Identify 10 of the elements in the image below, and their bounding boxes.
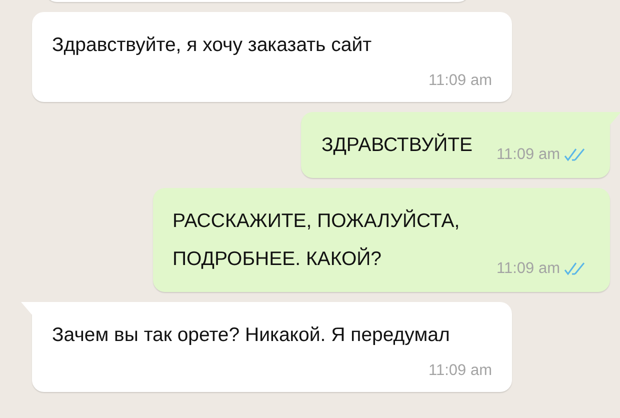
message-time: 11:09 am bbox=[496, 146, 560, 164]
message-text: Здравствуйте, я хочу заказать сайт bbox=[52, 33, 372, 58]
message-time: 11:09 am bbox=[428, 362, 492, 380]
message-text: РАССКАЖИТЕ, ПОЖАЛУЙСТА, ПОДРОБНЕЕ. КАКОЙ? bbox=[172, 208, 461, 272]
message-time: 11:09 am bbox=[496, 260, 560, 278]
message-time: 11:09 am bbox=[428, 72, 492, 90]
double-check-icon bbox=[564, 262, 586, 276]
double-check-icon bbox=[564, 148, 586, 162]
message-text: Зачем вы так орете? Никакой. Я передумал bbox=[52, 323, 450, 348]
message-text: ЗДРАВСТВУЙТЕ bbox=[321, 132, 473, 158]
